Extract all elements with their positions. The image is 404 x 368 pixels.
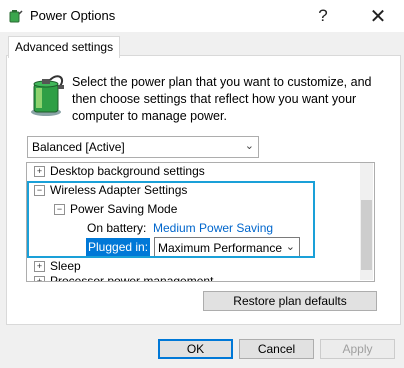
plugged-in-select[interactable]: Maximum Performance ⌄ <box>154 237 300 257</box>
tree-item-label: Desktop background settings <box>50 164 205 178</box>
on-battery-value-link[interactable]: Medium Power Saving <box>153 219 273 237</box>
collapse-icon[interactable]: − <box>34 185 45 196</box>
expand-icon[interactable]: + <box>34 166 45 177</box>
apply-button[interactable]: Apply <box>320 339 395 359</box>
ok-button[interactable]: OK <box>158 339 233 359</box>
tree-item-desktop-background[interactable]: + Desktop background settings <box>27 163 367 180</box>
chevron-down-icon: ⌄ <box>244 140 254 152</box>
power-plan-select[interactable]: Balanced [Active] ⌄ <box>27 136 259 158</box>
expand-icon[interactable]: + <box>34 261 45 272</box>
description-text: Select the power plan that you want to c… <box>72 75 372 123</box>
on-battery-label: On battery: <box>87 221 147 235</box>
settings-tree[interactable]: + Desktop background settings − Wireless… <box>26 162 375 282</box>
power-options-icon <box>9 9 23 23</box>
tree-item-wireless-adapter[interactable]: − Wireless Adapter Settings <box>27 181 367 199</box>
tree-item-label: Power Saving Mode <box>70 202 178 216</box>
tree-item-on-battery[interactable]: On battery: Medium Power Saving <box>27 219 367 237</box>
plugged-in-label: Plugged in: <box>86 238 151 256</box>
power-plan-value: Balanced [Active] <box>32 140 125 154</box>
chevron-down-icon: ⌄ <box>285 241 295 253</box>
window-title: Power Options <box>30 8 116 23</box>
tree-item-processor-power[interactable]: + Processor power management <box>27 272 367 282</box>
cancel-button[interactable]: Cancel <box>239 339 314 359</box>
tree-item-label: Processor power management <box>50 274 214 282</box>
expand-icon[interactable]: + <box>34 276 45 281</box>
battery-icon <box>26 74 68 118</box>
tree-item-label: Wireless Adapter Settings <box>50 183 188 197</box>
scrollbar-thumb[interactable] <box>361 200 372 270</box>
collapse-icon[interactable]: − <box>54 204 65 215</box>
close-button[interactable]: ✕ <box>356 2 400 30</box>
plugged-in-value: Maximum Performance <box>158 241 283 255</box>
tree-item-power-saving-mode[interactable]: − Power Saving Mode <box>27 200 367 218</box>
tab-advanced-settings[interactable]: Advanced settings <box>8 36 121 58</box>
restore-defaults-button[interactable]: Restore plan defaults <box>203 291 377 311</box>
help-button[interactable]: ? <box>301 2 345 30</box>
tree-item-plugged-in[interactable]: Plugged in: Maximum Performance ⌄ <box>27 237 367 257</box>
